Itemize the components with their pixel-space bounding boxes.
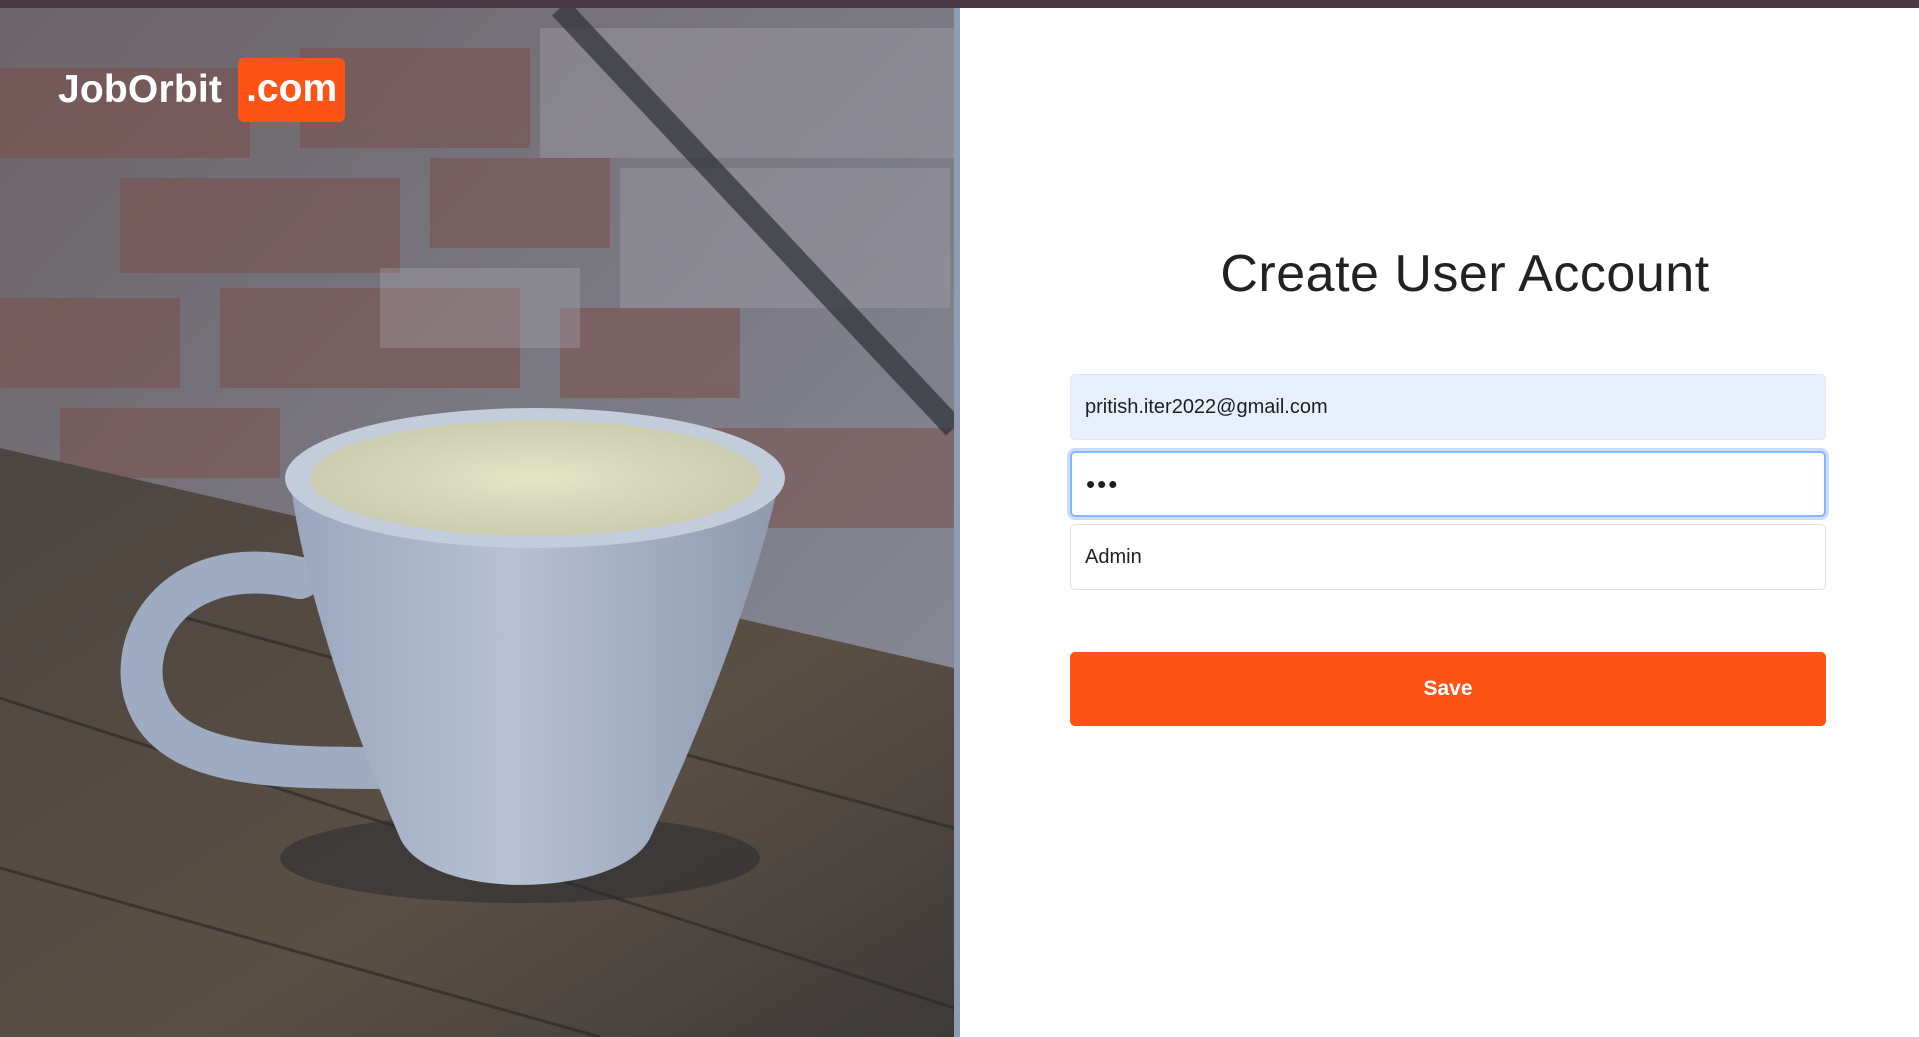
- page-title: Create User Account: [1220, 245, 1710, 303]
- create-account-panel: Create User Account Save: [960, 8, 1919, 1037]
- role-field[interactable]: [1070, 524, 1826, 590]
- coffee-cup-photo: [0, 8, 954, 1037]
- brand-badge: .com: [238, 58, 346, 122]
- brand-logo[interactable]: JobOrbit .com: [58, 58, 346, 122]
- brand-name: JobOrbit: [58, 68, 223, 111]
- top-bar: [0, 0, 1919, 8]
- save-button[interactable]: Save: [1070, 652, 1826, 726]
- email-field[interactable]: [1070, 374, 1826, 440]
- hero-image-panel: JobOrbit .com: [0, 8, 954, 1037]
- password-field[interactable]: [1070, 451, 1826, 517]
